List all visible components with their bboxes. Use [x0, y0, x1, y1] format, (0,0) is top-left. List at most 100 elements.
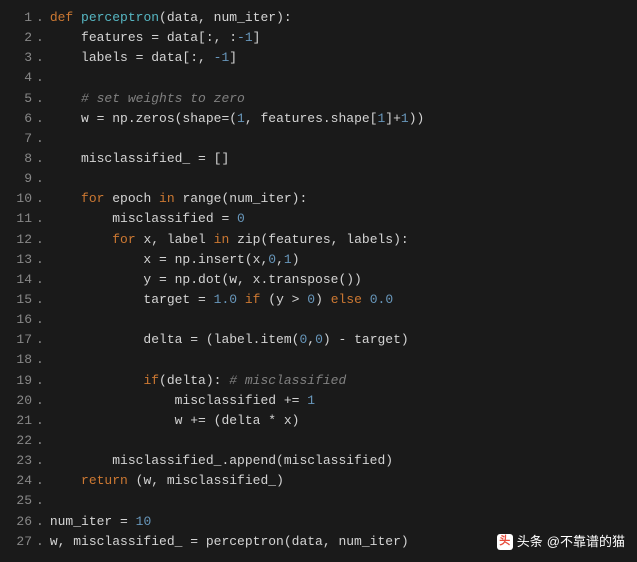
code-line: 26.num_iter = 10: [8, 512, 637, 532]
code-line: 13. x = np.insert(x,0,1): [8, 250, 637, 270]
code-content: [50, 491, 58, 511]
line-dot: .: [36, 290, 50, 310]
code-content: target = 1.0 if (y > 0) else 0.0: [50, 290, 393, 310]
code-content: [50, 129, 58, 149]
code-line: 22.: [8, 431, 637, 451]
code-line: 7.: [8, 129, 637, 149]
line-dot: .: [36, 189, 50, 209]
line-number: 27: [8, 532, 36, 552]
code-line: 25.: [8, 491, 637, 511]
line-dot: .: [36, 149, 50, 169]
line-number: 5: [8, 89, 36, 109]
code-content: if(delta): # misclassified: [50, 371, 346, 391]
code-content: [50, 431, 58, 451]
line-number: 14: [8, 270, 36, 290]
code-content: [50, 169, 58, 189]
line-dot: .: [36, 431, 50, 451]
code-line: 11. misclassified = 0: [8, 209, 637, 229]
code-line: 3. labels = data[:, -1]: [8, 48, 637, 68]
code-line: 20. misclassified += 1: [8, 391, 637, 411]
code-content: for epoch in range(num_iter):: [50, 189, 307, 209]
line-number: 19: [8, 371, 36, 391]
line-number: 20: [8, 391, 36, 411]
code-content: w = np.zeros(shape=(1, features.shape[1]…: [50, 109, 425, 129]
line-dot: .: [36, 411, 50, 431]
code-line: 17. delta = (label.item(0,0) - target): [8, 330, 637, 350]
line-dot: .: [36, 270, 50, 290]
code-content: delta = (label.item(0,0) - target): [50, 330, 409, 350]
code-line: 19. if(delta): # misclassified: [8, 371, 637, 391]
watermark-logo-icon: 头: [497, 534, 513, 550]
line-number: 9: [8, 169, 36, 189]
line-dot: .: [36, 451, 50, 471]
code-content: num_iter = 10: [50, 512, 151, 532]
line-dot: .: [36, 230, 50, 250]
code-line: 14. y = np.dot(w, x.transpose()): [8, 270, 637, 290]
line-number: 3: [8, 48, 36, 68]
code-line: 15. target = 1.0 if (y > 0) else 0.0: [8, 290, 637, 310]
line-number: 26: [8, 512, 36, 532]
line-dot: .: [36, 371, 50, 391]
code-line: 12. for x, label in zip(features, labels…: [8, 230, 637, 250]
line-dot: .: [36, 391, 50, 411]
code-line: 4.: [8, 68, 637, 88]
line-dot: .: [36, 532, 50, 552]
line-number: 2: [8, 28, 36, 48]
watermark: 头 头条 @不靠谱的猫: [497, 532, 625, 552]
line-number: 8: [8, 149, 36, 169]
line-dot: .: [36, 512, 50, 532]
line-number: 13: [8, 250, 36, 270]
line-number: 7: [8, 129, 36, 149]
code-line: 9.: [8, 169, 637, 189]
code-content: x = np.insert(x,0,1): [50, 250, 300, 270]
code-content: # set weights to zero: [50, 89, 245, 109]
code-line: 2. features = data[:, :-1]: [8, 28, 637, 48]
code-content: def perceptron(data, num_iter):: [50, 8, 292, 28]
line-dot: .: [36, 209, 50, 229]
line-dot: .: [36, 8, 50, 28]
line-dot: .: [36, 68, 50, 88]
line-number: 1: [8, 8, 36, 28]
code-line: 5. # set weights to zero: [8, 89, 637, 109]
code-content: w, misclassified_ = perceptron(data, num…: [50, 532, 409, 552]
line-dot: .: [36, 48, 50, 68]
line-number: 11: [8, 209, 36, 229]
line-dot: .: [36, 89, 50, 109]
line-number: 15: [8, 290, 36, 310]
line-dot: .: [36, 28, 50, 48]
line-number: 23: [8, 451, 36, 471]
code-line: 23. misclassified_.append(misclassified): [8, 451, 637, 471]
code-content: [50, 68, 58, 88]
code-line: 10. for epoch in range(num_iter):: [8, 189, 637, 209]
code-content: [50, 350, 58, 370]
line-number: 6: [8, 109, 36, 129]
line-number: 12: [8, 230, 36, 250]
line-dot: .: [36, 330, 50, 350]
code-line: 1.def perceptron(data, num_iter):: [8, 8, 637, 28]
line-dot: .: [36, 491, 50, 511]
code-content: [50, 310, 58, 330]
code-line: 16.: [8, 310, 637, 330]
line-number: 25: [8, 491, 36, 511]
code-line: 21. w += (delta * x): [8, 411, 637, 431]
code-content: misclassified_.append(misclassified): [50, 451, 393, 471]
code-line: 18.: [8, 350, 637, 370]
line-dot: .: [36, 250, 50, 270]
code-content: return (w, misclassified_): [50, 471, 284, 491]
code-content: misclassified = 0: [50, 209, 245, 229]
line-number: 21: [8, 411, 36, 431]
line-dot: .: [36, 169, 50, 189]
line-number: 10: [8, 189, 36, 209]
code-content: misclassified += 1: [50, 391, 315, 411]
watermark-handle: @不靠谱的猫: [547, 532, 625, 552]
line-dot: .: [36, 471, 50, 491]
code-content: for x, label in zip(features, labels):: [50, 230, 409, 250]
line-number: 16: [8, 310, 36, 330]
code-content: labels = data[:, -1]: [50, 48, 237, 68]
code-content: w += (delta * x): [50, 411, 300, 431]
code-content: y = np.dot(w, x.transpose()): [50, 270, 362, 290]
line-dot: .: [36, 310, 50, 330]
line-dot: .: [36, 129, 50, 149]
code-line: 24. return (w, misclassified_): [8, 471, 637, 491]
watermark-label: 头条: [517, 532, 543, 552]
